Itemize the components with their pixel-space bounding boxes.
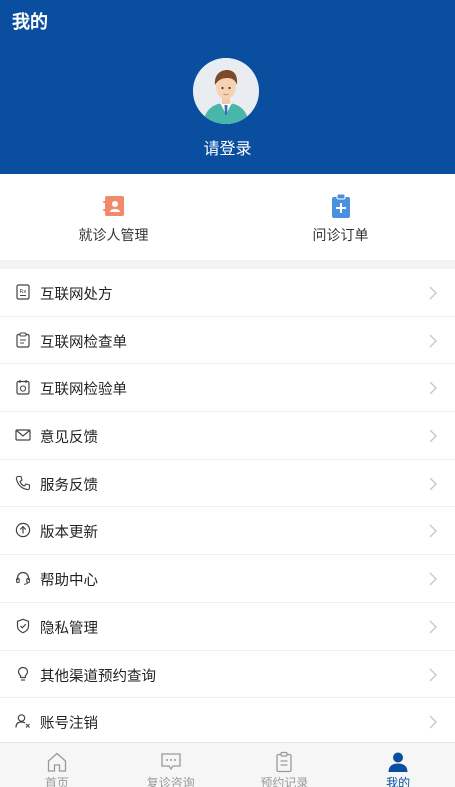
clipboard-plus-icon xyxy=(331,194,350,218)
chevron-right-icon xyxy=(429,381,437,395)
page-title: 我的 xyxy=(12,12,48,32)
menu-item-label: 版本更新 xyxy=(40,525,98,542)
tab-follow-up-consultation[interactable]: 复诊咨询 xyxy=(114,743,228,787)
chevron-right-icon xyxy=(429,572,437,586)
tab-mine[interactable]: 我的 xyxy=(341,743,455,787)
chevron-right-icon xyxy=(429,334,437,348)
record-icon xyxy=(276,751,293,773)
menu-item-label: 互联网检查单 xyxy=(40,334,127,351)
mail-icon xyxy=(15,429,31,441)
tab-label: 复诊咨询 xyxy=(146,776,195,787)
menu-item-label: 互联网处方 xyxy=(40,287,113,303)
headset-icon xyxy=(16,572,30,585)
menu-item-internet-lab-test[interactable]: 互联网检验单 xyxy=(0,364,455,413)
person-icon xyxy=(388,752,408,772)
home-icon xyxy=(47,752,67,772)
chat-icon xyxy=(160,753,181,771)
exam-form-icon xyxy=(16,332,30,348)
menu-item-internet-prescription[interactable]: Rx 互联网处方 xyxy=(0,269,455,317)
menu-item-label: 账号注销 xyxy=(40,716,98,733)
menu-item-label: 帮助中心 xyxy=(40,573,98,590)
lab-test-icon xyxy=(16,380,30,395)
menu-item-account-cancellation[interactable]: 账号注销 xyxy=(0,698,455,746)
prescription-icon: Rx xyxy=(16,284,30,300)
menu-item-label: 其他渠道预约查询 xyxy=(40,668,156,685)
upload-arrow-icon xyxy=(15,523,31,538)
menu-item-feedback[interactable]: 意见反馈 xyxy=(0,412,455,460)
svg-text:Rx: Rx xyxy=(19,289,27,295)
patient-management-button[interactable]: 就诊人管理 xyxy=(0,174,227,260)
chevron-right-icon xyxy=(429,620,437,634)
chevron-right-icon xyxy=(429,524,437,538)
doctor-avatar-icon xyxy=(193,58,259,124)
chevron-right-icon xyxy=(429,477,437,491)
menu-item-internet-exam-form[interactable]: 互联网检查单 xyxy=(0,317,455,365)
menu-item-label: 互联网检验单 xyxy=(40,382,127,399)
avatar[interactable] xyxy=(193,58,259,124)
phone-icon xyxy=(15,475,31,490)
tab-label: 首页 xyxy=(44,776,69,787)
login-link[interactable]: 请登录 xyxy=(0,135,455,159)
chevron-right-icon xyxy=(429,286,437,300)
tab-label: 预约记录 xyxy=(260,776,309,787)
menu-item-version-update[interactable]: 版本更新 xyxy=(0,507,455,556)
menu-item-label: 隐私管理 xyxy=(40,620,98,637)
tab-label: 我的 xyxy=(386,776,411,787)
lightbulb-icon xyxy=(17,666,29,681)
chevron-right-icon xyxy=(429,668,437,681)
tab-home[interactable]: 首页 xyxy=(0,743,114,787)
settings-menu: Rx 互联网处方 互联网检查单 互联网检验单 意见反馈 服务反馈 版本更新 帮助… xyxy=(0,269,455,746)
bottom-tab-bar: 首页 复诊咨询 预约记录 我的 xyxy=(0,742,455,787)
menu-item-label: 意见反馈 xyxy=(40,430,98,447)
quick-action-label: 问诊订单 xyxy=(312,227,369,243)
profile-header: 我的 请登录 xyxy=(0,0,455,174)
shield-check-icon xyxy=(16,618,30,634)
patient-card-icon xyxy=(102,196,124,216)
quick-actions: 就诊人管理 问诊订单 xyxy=(0,174,455,260)
menu-item-help-center[interactable]: 帮助中心 xyxy=(0,555,455,603)
menu-item-service-feedback[interactable]: 服务反馈 xyxy=(0,460,455,508)
quick-action-label: 就诊人管理 xyxy=(78,227,149,243)
user-remove-icon xyxy=(15,714,30,729)
consultation-orders-button[interactable]: 问诊订单 xyxy=(227,174,454,260)
menu-item-privacy-management[interactable]: 隐私管理 xyxy=(0,603,455,651)
chevron-right-icon xyxy=(429,429,437,443)
chevron-right-icon xyxy=(429,715,437,729)
menu-item-other-channel-appointments[interactable]: 其他渠道预约查询 xyxy=(0,651,455,699)
tab-appointment-records[interactable]: 预约记录 xyxy=(228,743,342,787)
menu-item-label: 服务反馈 xyxy=(40,477,98,494)
